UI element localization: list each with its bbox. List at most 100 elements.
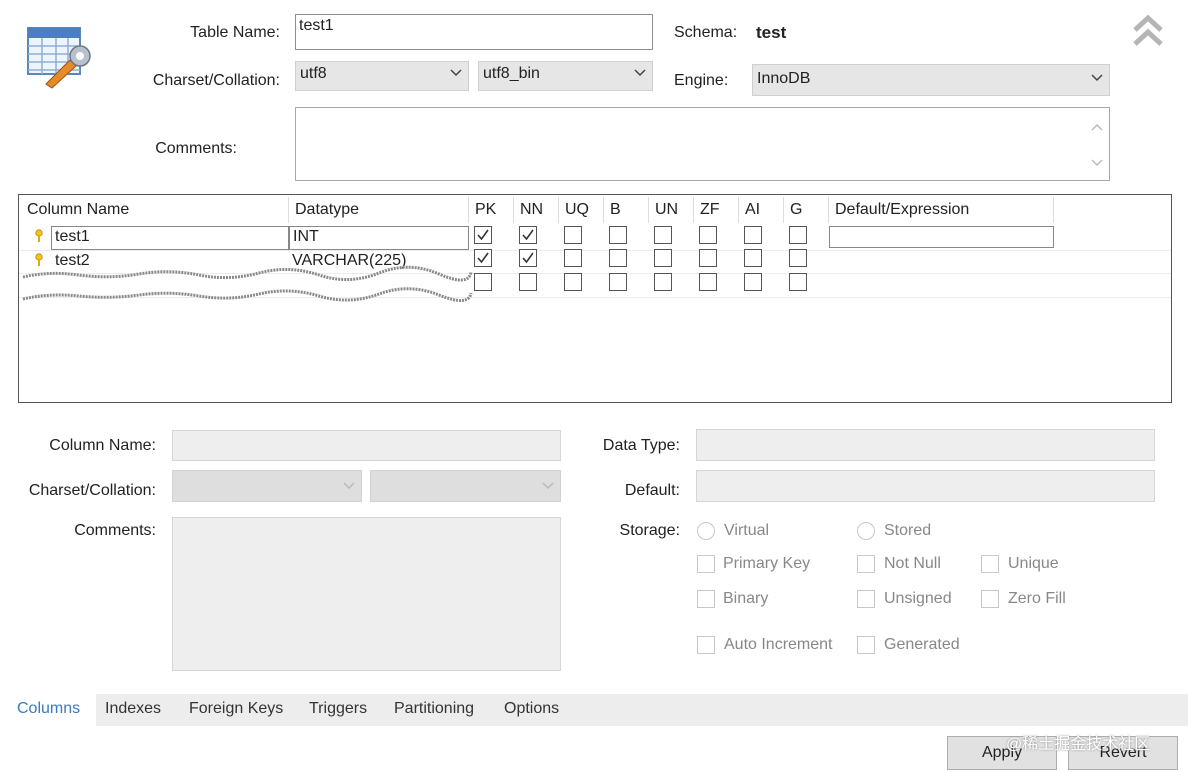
detail-data-type-input[interactable] [696, 429, 1155, 461]
charset-select-value: utf8 [300, 65, 327, 82]
zero-fill-checkbox[interactable] [981, 590, 999, 608]
primary-key-checkbox[interactable] [697, 555, 715, 573]
unique-checkbox[interactable] [981, 555, 999, 573]
row-default-input[interactable] [829, 226, 1054, 248]
ai-checkbox[interactable] [744, 249, 762, 267]
row-divider [19, 250, 1171, 251]
tab-triggers[interactable]: Triggers [309, 700, 367, 718]
zf-checkbox[interactable] [699, 249, 717, 267]
g-checkbox[interactable] [789, 273, 807, 291]
columns-grid[interactable]: Column Name Datatype PK NN UQ B UN ZF AI… [18, 194, 1172, 403]
engine-select[interactable]: InnoDB [752, 64, 1110, 96]
table-edit-icon [26, 26, 94, 90]
grid-header-b[interactable]: B [604, 197, 649, 223]
ai-checkbox[interactable] [744, 273, 762, 291]
collation-select[interactable]: utf8_bin [478, 61, 653, 91]
un-checkbox[interactable] [654, 273, 672, 291]
g-checkbox[interactable] [789, 226, 807, 244]
detail-storage-label: Storage: [619, 522, 680, 539]
pk-checkbox[interactable] [474, 226, 492, 244]
row-datatype[interactable]: INT [289, 226, 469, 250]
uq-checkbox[interactable] [564, 249, 582, 267]
editor-tabs: Columns Indexes Foreign Keys Triggers Pa… [0, 694, 1188, 726]
schema-value: test [756, 23, 787, 42]
check-icon [477, 229, 489, 241]
primary-key-label: Primary Key [723, 555, 811, 572]
check-icon [522, 252, 534, 264]
engine-label: Engine: [674, 72, 729, 89]
ai-checkbox[interactable] [744, 226, 762, 244]
zf-checkbox[interactable] [699, 273, 717, 291]
pk-checkbox[interactable] [474, 273, 492, 291]
auto-increment-checkbox[interactable] [697, 636, 715, 654]
row-column-name: test1 [55, 228, 90, 245]
detail-default-input[interactable] [696, 470, 1155, 502]
tab-partitioning[interactable]: Partitioning [394, 700, 474, 718]
detail-collation-select[interactable] [370, 470, 561, 502]
detail-column-name-label: Column Name: [49, 437, 156, 454]
binary-checkbox[interactable] [697, 590, 715, 608]
chevron-down-icon [450, 68, 462, 78]
grid-header-default[interactable]: Default/Expression [829, 197, 1054, 223]
comments-textarea[interactable] [295, 107, 1110, 181]
nn-checkbox[interactable] [519, 273, 537, 291]
engine-select-value: InnoDB [757, 70, 811, 87]
scroll-down-icon[interactable] [1091, 154, 1103, 172]
generated-checkbox[interactable] [857, 636, 875, 654]
tab-foreign-keys[interactable]: Foreign Keys [189, 700, 283, 718]
grid-header-datatype[interactable]: Datatype [289, 197, 469, 223]
b-checkbox[interactable] [609, 249, 627, 267]
grid-header-nn[interactable]: NN [514, 197, 559, 223]
grid-header-pk[interactable]: PK [469, 197, 514, 223]
check-icon [477, 252, 489, 264]
g-checkbox[interactable] [789, 249, 807, 267]
chevron-down-icon [634, 68, 646, 78]
detail-default-label: Default: [624, 482, 680, 499]
unsigned-label: Unsigned [884, 590, 952, 607]
tab-columns[interactable]: Columns [17, 700, 80, 718]
detail-comments-label: Comments: [74, 522, 156, 539]
grid-header-g[interactable]: G [784, 197, 829, 223]
b-checkbox[interactable] [609, 273, 627, 291]
charset-select[interactable]: utf8 [295, 61, 469, 91]
nn-checkbox[interactable] [519, 226, 537, 244]
collapse-chevrons-icon[interactable] [1132, 14, 1164, 48]
tab-options[interactable]: Options [504, 700, 559, 718]
grid-header-ai[interactable]: AI [739, 197, 784, 223]
chevron-down-icon [1091, 73, 1103, 83]
detail-column-name-input[interactable] [172, 430, 561, 461]
scroll-up-icon[interactable] [1091, 118, 1103, 136]
comments-label: Comments: [155, 140, 237, 157]
uq-checkbox[interactable] [564, 273, 582, 291]
grid-header-un[interactable]: UN [649, 197, 694, 223]
table-row[interactable]: test1 [51, 226, 289, 250]
not-null-label: Not Null [884, 555, 941, 572]
not-null-checkbox[interactable] [857, 555, 875, 573]
storage-stored-label: Stored [884, 522, 932, 539]
detail-comments-textarea[interactable] [172, 517, 561, 671]
watermark: @稀土掘金技术社区 [1006, 736, 1151, 753]
un-checkbox[interactable] [654, 226, 672, 244]
auto-increment-label: Auto Increment [724, 636, 833, 653]
b-checkbox[interactable] [609, 226, 627, 244]
storage-virtual-radio[interactable] [697, 522, 715, 540]
grid-header-column-name[interactable]: Column Name [21, 197, 289, 223]
generated-label: Generated [884, 636, 960, 653]
grid-header-uq[interactable]: UQ [559, 197, 604, 223]
schema-label: Schema: [674, 24, 738, 41]
detail-charset-label: Charset/Collation: [28, 482, 156, 499]
pk-checkbox[interactable] [474, 249, 492, 267]
table-name-input[interactable]: test1 [295, 14, 653, 50]
zf-checkbox[interactable] [699, 226, 717, 244]
charset-collation-label: Charset/Collation: [152, 72, 280, 89]
nn-checkbox[interactable] [519, 249, 537, 267]
chevron-down-icon [542, 481, 554, 491]
detail-charset-select[interactable] [172, 470, 362, 502]
redaction-scribble [22, 265, 473, 302]
unsigned-checkbox[interactable] [857, 590, 875, 608]
un-checkbox[interactable] [654, 249, 672, 267]
storage-stored-radio[interactable] [857, 522, 875, 540]
grid-header-zf[interactable]: ZF [694, 197, 739, 223]
tab-indexes[interactable]: Indexes [105, 700, 161, 718]
uq-checkbox[interactable] [564, 226, 582, 244]
